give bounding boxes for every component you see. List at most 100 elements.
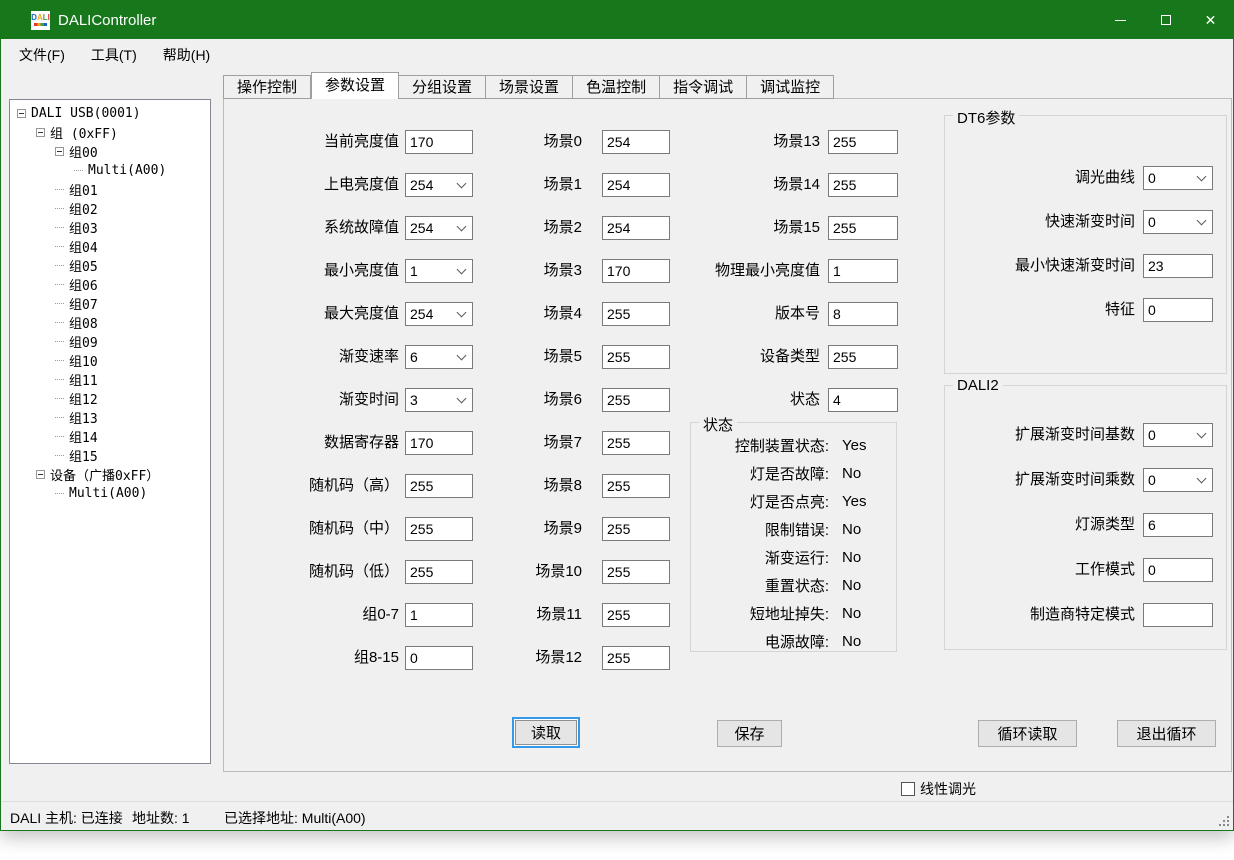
tab[interactable]: 指令调试 bbox=[660, 75, 747, 99]
field-min-level-combo[interactable]: 1 bbox=[405, 259, 473, 283]
field-current-level-input[interactable] bbox=[405, 130, 473, 154]
tree-item-label: DALI USB(0001) bbox=[31, 106, 141, 121]
status-row-label: 短地址掉失: bbox=[691, 603, 829, 624]
field-random-high-input[interactable] bbox=[405, 474, 473, 498]
exit-loop-button-label: 退出循环 bbox=[1136, 723, 1196, 744]
loop-read-button[interactable]: 循环读取 bbox=[978, 720, 1077, 747]
resize-grip-icon[interactable] bbox=[1218, 815, 1230, 827]
tab[interactable]: 场景设置 bbox=[486, 75, 573, 99]
tree-item[interactable]: 组02 bbox=[10, 199, 210, 218]
field-scene-8-input[interactable] bbox=[602, 474, 670, 498]
chevron-down-icon bbox=[457, 394, 467, 404]
tree-expander-icon[interactable] bbox=[55, 147, 64, 156]
field-row: 上电亮度值254 bbox=[227, 173, 473, 197]
tree-connector bbox=[55, 493, 64, 494]
menu-item[interactable]: 帮助(H) bbox=[151, 40, 222, 70]
field-scene-0-input[interactable] bbox=[602, 130, 670, 154]
field-scene-4-input[interactable] bbox=[602, 302, 670, 326]
tree-item[interactable]: Multi(A00) bbox=[10, 484, 210, 503]
field-features-input[interactable] bbox=[1143, 298, 1213, 322]
field-random-low-input[interactable] bbox=[405, 560, 473, 584]
field-operating-mode-input[interactable] bbox=[1143, 558, 1213, 582]
tree-item[interactable]: 组01 bbox=[10, 180, 210, 199]
field-scene-9-input[interactable] bbox=[602, 517, 670, 541]
field-manufacturer-mode-input[interactable] bbox=[1143, 603, 1213, 627]
field-fast-fade-time-combo[interactable]: 0 bbox=[1143, 210, 1213, 234]
field-ext-fade-time-multiplier-combo[interactable]: 0 bbox=[1143, 468, 1213, 492]
tree-item[interactable]: 组15 bbox=[10, 446, 210, 465]
field-scene-6-input[interactable] bbox=[602, 388, 670, 412]
field-power-on-level-combo[interactable]: 254 bbox=[405, 173, 473, 197]
exit-loop-button[interactable]: 退出循环 bbox=[1117, 720, 1216, 747]
save-button[interactable]: 保存 bbox=[717, 720, 782, 747]
field-min-fast-fade-time-input[interactable] bbox=[1143, 254, 1213, 278]
field-group-8-15-input[interactable] bbox=[405, 646, 473, 670]
field-random-mid-input[interactable] bbox=[405, 517, 473, 541]
field-group-0-7-input[interactable] bbox=[405, 603, 473, 627]
field-status-input[interactable] bbox=[828, 388, 898, 412]
minimize-button[interactable] bbox=[1098, 1, 1143, 39]
tree-item[interactable]: 组07 bbox=[10, 294, 210, 313]
tree-item[interactable]: 组13 bbox=[10, 408, 210, 427]
tree-item[interactable]: 组06 bbox=[10, 275, 210, 294]
field-data-register-input[interactable] bbox=[405, 431, 473, 455]
field-scene-10-input[interactable] bbox=[602, 560, 670, 584]
field-label-scene-4: 场景4 bbox=[512, 302, 582, 326]
maximize-button[interactable] bbox=[1143, 1, 1188, 39]
tree-item[interactable]: 组11 bbox=[10, 370, 210, 389]
field-light-source-type-input[interactable] bbox=[1143, 513, 1213, 537]
tree-item[interactable]: 组00 bbox=[10, 142, 210, 161]
tree-expander-icon[interactable] bbox=[36, 128, 45, 137]
field-scene-3-input[interactable] bbox=[602, 259, 670, 283]
menu-item[interactable]: 文件(F) bbox=[7, 40, 77, 70]
tree-item[interactable]: 组12 bbox=[10, 389, 210, 408]
field-label-random-mid: 随机码（中） bbox=[227, 517, 399, 541]
field-device-type-input[interactable] bbox=[828, 345, 898, 369]
scene-column-13-15-info: 场景13场景14场景15物理最小亮度值版本号设备类型状态 bbox=[702, 130, 898, 412]
tree-item[interactable]: 组03 bbox=[10, 218, 210, 237]
tree-item[interactable]: 组10 bbox=[10, 351, 210, 370]
field-scene-15-input[interactable] bbox=[828, 216, 898, 240]
field-dimming-curve-combo[interactable]: 0 bbox=[1143, 166, 1213, 190]
field-scene-14-input[interactable] bbox=[828, 173, 898, 197]
field-scene-7-input[interactable] bbox=[602, 431, 670, 455]
field-ext-fade-time-base-combo[interactable]: 0 bbox=[1143, 423, 1213, 447]
field-scene-1-input[interactable] bbox=[602, 173, 670, 197]
menu-item[interactable]: 工具(T) bbox=[79, 40, 149, 70]
dt6-groupbox-title: DT6参数 bbox=[953, 107, 1019, 128]
field-scene-13-input[interactable] bbox=[828, 130, 898, 154]
tree-item[interactable]: 组08 bbox=[10, 313, 210, 332]
close-button[interactable]: ✕ bbox=[1188, 1, 1233, 39]
field-version-input[interactable] bbox=[828, 302, 898, 326]
field-fade-time-combo[interactable]: 3 bbox=[405, 388, 473, 412]
tree-item[interactable]: DALI USB(0001) bbox=[10, 104, 210, 123]
read-button[interactable]: 读取 bbox=[512, 717, 580, 748]
tree-item[interactable]: 设备（广播0xFF） bbox=[10, 465, 210, 484]
field-max-level-combo[interactable]: 254 bbox=[405, 302, 473, 326]
tree-item[interactable]: 组09 bbox=[10, 332, 210, 351]
tab[interactable]: 色温控制 bbox=[573, 75, 660, 99]
tree-item[interactable]: 组05 bbox=[10, 256, 210, 275]
linear-dimming-checkbox[interactable]: 线性调光 bbox=[901, 779, 976, 799]
tree-item[interactable]: 组14 bbox=[10, 427, 210, 446]
tab[interactable]: 分组设置 bbox=[399, 75, 486, 99]
field-fade-rate-combo[interactable]: 6 bbox=[405, 345, 473, 369]
tree-expander-icon[interactable] bbox=[17, 109, 26, 118]
field-physical-min-level-input[interactable] bbox=[828, 259, 898, 283]
field-row: 制造商特定模式 bbox=[945, 603, 1213, 627]
field-label-version: 版本号 bbox=[702, 302, 820, 326]
field-system-failure-level-combo[interactable]: 254 bbox=[405, 216, 473, 240]
field-scene-5-input[interactable] bbox=[602, 345, 670, 369]
tree-item[interactable]: 组 (0xFF) bbox=[10, 123, 210, 142]
tree-expander-icon[interactable] bbox=[36, 470, 45, 479]
tree-connector bbox=[55, 265, 64, 266]
tab[interactable]: 参数设置 bbox=[311, 72, 399, 99]
field-scene-2-input[interactable] bbox=[602, 216, 670, 240]
tab[interactable]: 调试监控 bbox=[747, 75, 834, 99]
field-row: 场景12 bbox=[512, 646, 670, 670]
tab[interactable]: 操作控制 bbox=[223, 75, 311, 99]
field-scene-12-input[interactable] bbox=[602, 646, 670, 670]
tree-item[interactable]: 组04 bbox=[10, 237, 210, 256]
field-scene-11-input[interactable] bbox=[602, 603, 670, 627]
tree-item[interactable]: Multi(A00) bbox=[10, 161, 210, 180]
